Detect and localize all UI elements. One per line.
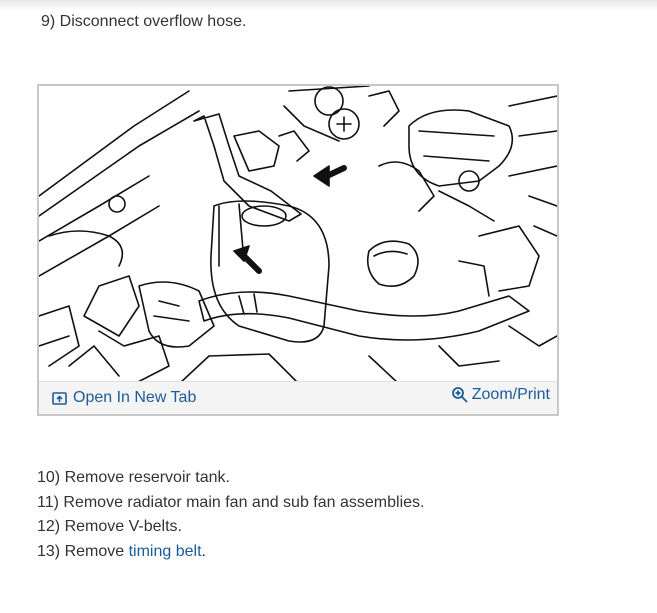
zoom-print-label: Zoom/Print xyxy=(471,386,550,403)
list-item: 11) Remove radiator main fan and sub fan… xyxy=(37,493,425,511)
open-in-new-tab-label: Open In New Tab xyxy=(73,389,197,406)
open-in-new-tab-link[interactable]: Open In New Tab xyxy=(52,387,196,409)
engine-diagram-figure: Open In New Tab Zoom/Print xyxy=(37,84,559,416)
step-13-period: . xyxy=(201,542,206,560)
figure-action-bar: Open In New Tab Zoom/Print xyxy=(39,381,557,414)
list-item: 10) Remove reservoir tank. xyxy=(37,469,230,486)
list-item: 13) Remove timing belt. xyxy=(37,540,424,565)
timing-belt-link[interactable]: timing belt xyxy=(129,543,202,560)
list-item: 12) Remove V-belts. xyxy=(37,518,182,535)
open-in-new-tab-icon xyxy=(52,391,67,405)
engine-bay-line-drawing xyxy=(39,86,557,384)
top-edge-shadow xyxy=(0,0,657,10)
step-9-text: 9) Disconnect overflow hose. xyxy=(41,13,247,30)
zoom-print-link[interactable]: Zoom/Print xyxy=(451,384,550,406)
step-13-text: 13) Remove xyxy=(37,542,129,560)
step-list: 10) Remove reservoir tank. 11) Remove ra… xyxy=(37,466,424,564)
magnifier-plus-icon xyxy=(451,387,468,403)
